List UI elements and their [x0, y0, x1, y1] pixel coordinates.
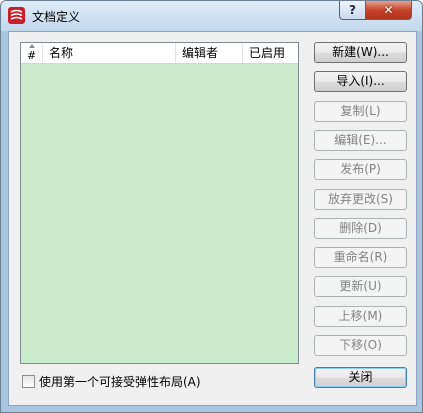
flexible-layout-checkbox[interactable]: [22, 375, 35, 388]
column-header-name[interactable]: 名称: [43, 43, 176, 63]
dialog-window: 文档定义 ? ✕ # 名称 编辑者 已启用 新建(W)... 导入(I)... …: [0, 0, 423, 413]
app-logo-icon: [8, 7, 25, 24]
discard-changes-button[interactable]: 放弃更改(S): [314, 189, 407, 210]
help-button[interactable]: ?: [339, 1, 366, 20]
edit-button[interactable]: 编辑(E)...: [314, 130, 407, 151]
column-header-number[interactable]: #: [21, 43, 43, 63]
update-button[interactable]: 更新(U): [314, 276, 407, 297]
column-header-enabled[interactable]: 已启用: [243, 43, 298, 63]
column-header-number-label: #: [27, 49, 37, 62]
move-up-button[interactable]: 上移(M): [314, 306, 407, 327]
document-definition-list[interactable]: # 名称 编辑者 已启用: [20, 42, 299, 364]
title-bar[interactable]: 文档定义 ? ✕: [1, 1, 422, 31]
delete-button[interactable]: 删除(D): [314, 218, 407, 239]
move-down-button[interactable]: 下移(O): [314, 335, 407, 356]
close-button[interactable]: 关闭: [314, 367, 407, 388]
close-window-button[interactable]: ✕: [365, 1, 412, 20]
flexible-layout-label[interactable]: 使用第一个可接受弹性布局(A): [39, 373, 201, 390]
list-header: # 名称 编辑者 已启用: [21, 43, 298, 64]
rename-button[interactable]: 重命名(R): [314, 247, 407, 268]
window-title: 文档定义: [32, 10, 81, 24]
copy-button[interactable]: 复制(L): [314, 101, 407, 122]
new-button[interactable]: 新建(W)...: [314, 42, 407, 63]
import-button[interactable]: 导入(I)...: [314, 71, 407, 92]
publish-button[interactable]: 发布(P): [314, 159, 407, 180]
dialog-body: # 名称 编辑者 已启用 新建(W)... 导入(I)... 复制(L) 编辑(…: [8, 31, 417, 406]
column-header-editor[interactable]: 编辑者: [176, 43, 243, 63]
